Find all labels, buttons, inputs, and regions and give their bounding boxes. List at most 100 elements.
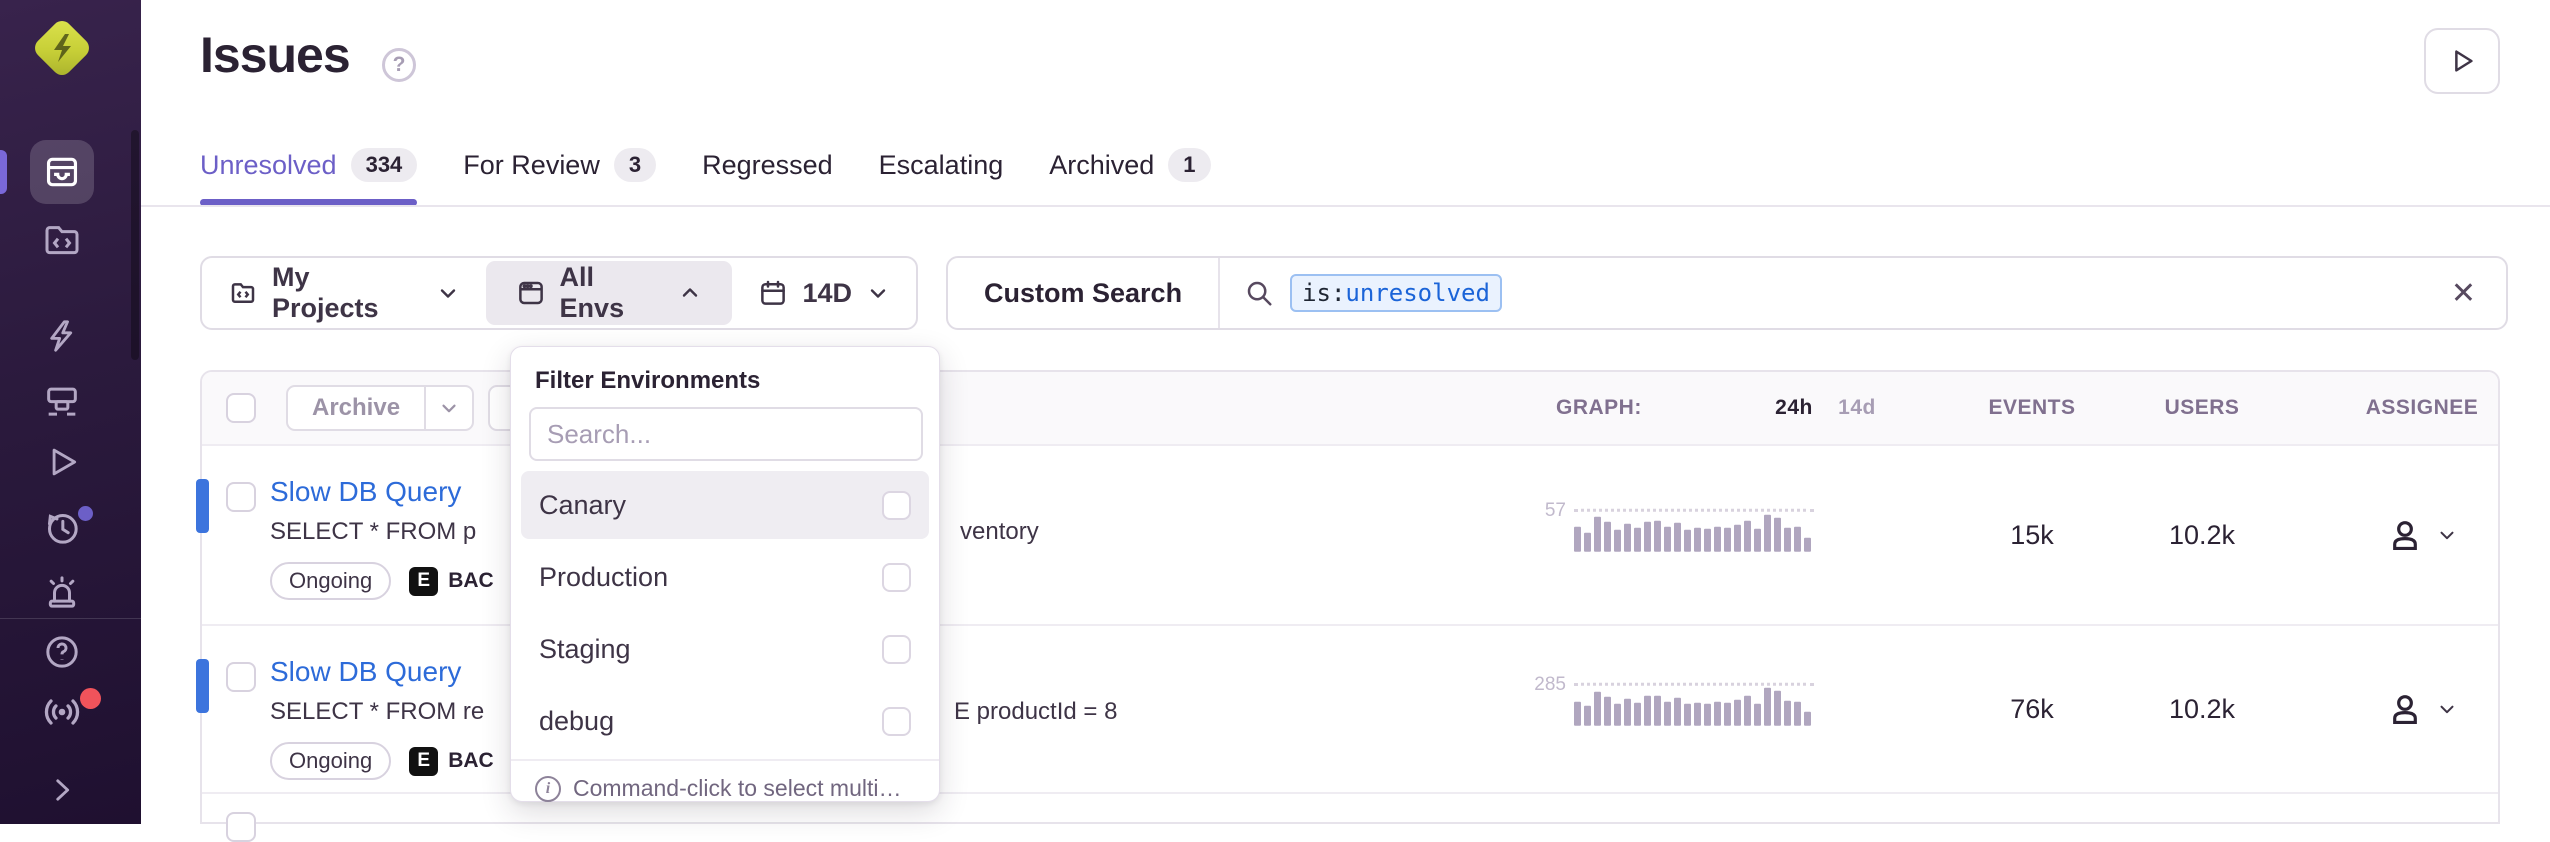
window-icon (516, 278, 546, 308)
issue-message-start: SELECT * FROM p (270, 518, 476, 545)
issue-level-indicator (196, 659, 209, 713)
archive-split-button: Archive (286, 385, 474, 431)
custom-search-button[interactable]: Custom Search (948, 258, 1220, 328)
tab-for-review[interactable]: For Review 3 (463, 148, 656, 206)
row-checkbox[interactable] (226, 482, 256, 512)
status-badge: Ongoing (270, 562, 391, 600)
help-circle-icon (42, 632, 82, 672)
sparkline-peak-label: 57 (1545, 500, 1566, 522)
status-badge: Ongoing (270, 742, 391, 780)
sparkline-max-line (1574, 683, 1814, 686)
env-option-production[interactable]: Production (521, 543, 929, 611)
tab-escalating[interactable]: Escalating (879, 148, 1004, 206)
sidebar-item-alerts[interactable] (42, 572, 82, 612)
sidebar-item-projects[interactable] (42, 220, 82, 260)
project-avatar: E (409, 747, 438, 776)
sparkline-max-line (1574, 509, 1814, 512)
env-option-label: Staging (539, 634, 631, 665)
project-avatar: E (409, 567, 438, 596)
tab-count-badge: 3 (614, 148, 656, 182)
env-option-debug[interactable]: debug (521, 687, 929, 755)
assignee-selector[interactable] (2332, 626, 2512, 792)
page-help-icon[interactable]: ? (382, 48, 416, 82)
select-all-checkbox[interactable] (226, 393, 256, 423)
assignee-person-icon (2386, 516, 2424, 554)
project-tag[interactable]: E BAC (409, 567, 494, 596)
search-input-area[interactable]: is:unresolved ✕ (1220, 274, 2506, 312)
assignee-selector[interactable] (2332, 446, 2512, 624)
sidebar-item-issues[interactable] (43, 153, 81, 191)
sidebar-collapse-button[interactable] (45, 773, 79, 807)
sidebar-item-help[interactable] (42, 632, 82, 672)
search-icon (1244, 278, 1274, 308)
tab-unresolved[interactable]: Unresolved 334 (200, 148, 417, 206)
sidebar-item-dashboards[interactable] (42, 380, 82, 420)
tab-archived[interactable]: Archived 1 (1049, 148, 1210, 206)
users-count: 10.2k (2112, 446, 2292, 624)
chevron-down-icon (2436, 524, 2458, 546)
sidebar-item-replays[interactable] (43, 443, 81, 481)
env-option-checkbox[interactable] (882, 635, 911, 664)
env-option-checkbox[interactable] (882, 491, 911, 520)
archive-dropdown-button[interactable] (424, 387, 472, 429)
dashboards-icon (42, 380, 82, 420)
environment-search-input[interactable] (529, 407, 923, 461)
project-filter-button[interactable]: My Projects (202, 258, 486, 328)
issue-search-bar: Custom Search is:unresolved ✕ (946, 256, 2508, 330)
tab-regressed[interactable]: Regressed (702, 148, 833, 206)
broadcast-notification-dot (80, 688, 101, 709)
broadcast-icon (40, 690, 84, 734)
archive-button[interactable]: Archive (288, 387, 424, 429)
search-token-value: unresolved (1345, 279, 1490, 307)
column-header-events: EVENTS (1988, 396, 2075, 420)
sidebar-active-indicator (0, 150, 7, 194)
users-count: 10.2k (2112, 626, 2292, 792)
graph-period-24h[interactable]: 24h (1775, 396, 1813, 420)
row-checkbox[interactable] (226, 812, 256, 842)
chevron-right-icon (45, 773, 79, 807)
env-option-staging[interactable]: Staging (521, 615, 929, 683)
events-sparkline: 285 (1574, 686, 1814, 726)
env-option-canary[interactable]: Canary (521, 471, 929, 539)
chevron-down-icon (436, 281, 460, 305)
tab-label: Unresolved (200, 150, 337, 181)
environment-options: Canary Production Staging debug (521, 471, 929, 755)
issue-message-end: E productId = 8 (954, 698, 1117, 726)
project-name: BAC (448, 749, 494, 773)
tour-play-button[interactable] (2424, 28, 2500, 94)
sparkline-peak-label: 285 (1534, 674, 1566, 696)
search-token[interactable]: is:unresolved (1290, 274, 1502, 312)
info-icon: i (535, 776, 561, 802)
issue-title-link[interactable]: Slow DB Query (270, 656, 461, 687)
project-tag[interactable]: E BAC (409, 747, 494, 776)
tab-count-badge: 1 (1168, 148, 1210, 182)
date-range-filter-button[interactable]: 14D (732, 258, 916, 328)
issue-tabs: Unresolved 334 For Review 3 Regressed Es… (200, 148, 1211, 206)
tab-label: Escalating (879, 150, 1004, 181)
dropdown-footer-text: Command-click to select multi… (573, 775, 901, 802)
column-header-graph: GRAPH: (1556, 396, 1642, 420)
environment-filter-button[interactable]: All Envs (486, 261, 733, 325)
sparkline-bars (1574, 686, 1814, 726)
tab-label: Archived (1049, 150, 1154, 181)
column-header-users: USERS (2165, 396, 2240, 420)
sidebar-item-broadcast[interactable] (40, 690, 84, 734)
clear-search-icon[interactable]: ✕ (2445, 276, 2482, 311)
events-sparkline: 57 (1574, 512, 1814, 552)
history-clock-icon (42, 508, 82, 548)
sentry-logo[interactable] (36, 22, 88, 74)
sidebar-scrollbar-thumb[interactable] (131, 130, 139, 360)
date-range-label: 14D (802, 278, 852, 309)
env-option-checkbox[interactable] (882, 707, 911, 736)
sidebar-item-history[interactable] (42, 508, 82, 548)
assignee-person-icon (2386, 690, 2424, 728)
env-option-label: Canary (539, 490, 626, 521)
row-checkbox[interactable] (226, 662, 256, 692)
events-count: 76k (1942, 626, 2122, 792)
env-option-checkbox[interactable] (882, 563, 911, 592)
play-icon (2447, 46, 2477, 76)
graph-period-14d[interactable]: 14d (1838, 396, 1876, 420)
sidebar-divider (0, 618, 141, 619)
sidebar-item-performance[interactable] (43, 317, 81, 355)
issue-title-link[interactable]: Slow DB Query (270, 476, 461, 507)
